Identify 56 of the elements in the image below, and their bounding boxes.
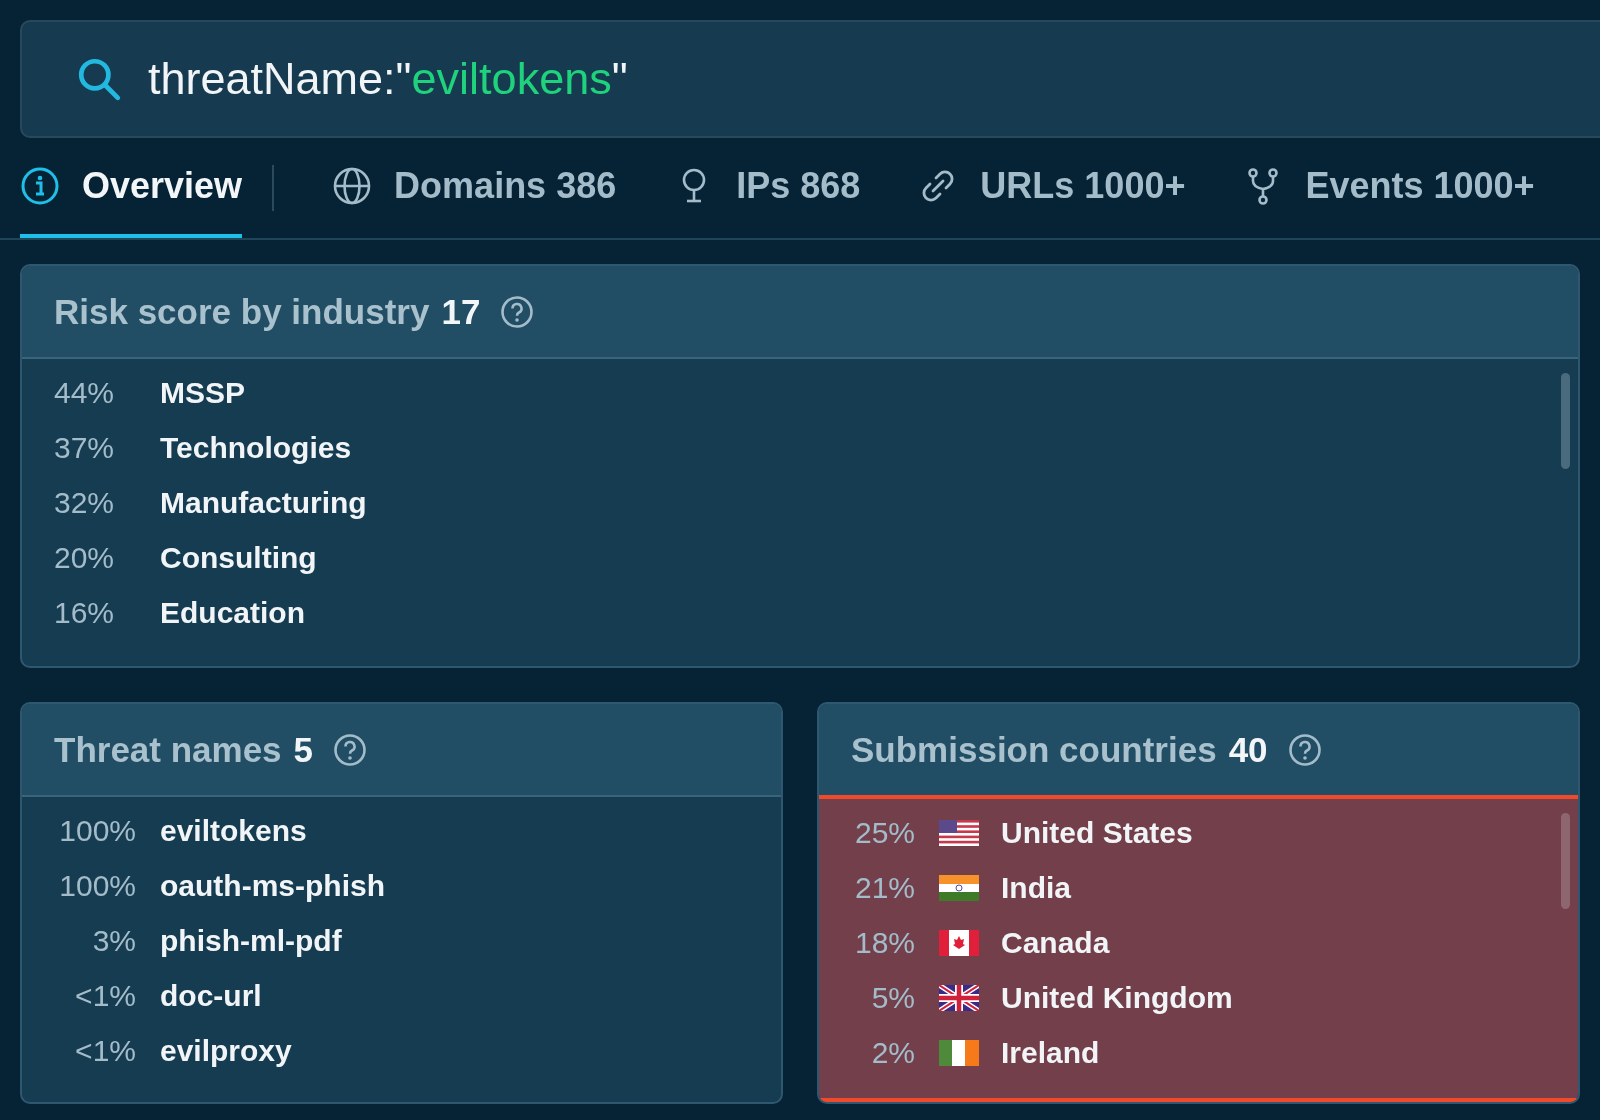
percent-value: 32% <box>53 485 116 520</box>
percent-value: 25% <box>853 815 915 850</box>
industry-name: MSSP <box>160 375 246 410</box>
country-name: Canada <box>1001 925 1110 960</box>
industry-name: Education <box>160 595 305 630</box>
tab[interactable]: IPs 868 <box>674 138 861 238</box>
percent-value: 37% <box>53 430 116 465</box>
scrollbar-thumb[interactable] <box>1561 813 1570 909</box>
panel-title: Threat names <box>54 729 282 770</box>
threat-name: evilproxy <box>160 1033 292 1068</box>
panel-count: 5 <box>293 729 314 770</box>
panel-count: 17 <box>441 291 481 332</box>
search-icon <box>76 56 122 102</box>
flag-icon <box>939 874 979 901</box>
scrollbar-thumb[interactable] <box>1561 373 1570 469</box>
flag-icon <box>939 984 979 1011</box>
tab[interactable]: Domains 386 <box>332 138 617 238</box>
country-name: United States <box>1001 815 1193 850</box>
panel-count: 40 <box>1228 729 1268 770</box>
search-field[interactable]: threatName:"eviltokens" <box>20 20 1600 138</box>
country-name: United Kingdom <box>1001 980 1233 1015</box>
flag-icon <box>939 819 979 846</box>
percent-value: 44% <box>53 375 116 410</box>
threat-name: eviltokens <box>160 813 307 848</box>
percent-value: 2% <box>870 1035 915 1070</box>
tab[interactable]: Overview <box>20 138 243 238</box>
help-icon[interactable] <box>500 294 535 329</box>
panel-title: Submission countries <box>851 729 1217 770</box>
threat-name: oauth-ms-phish <box>160 868 385 903</box>
country-name: India <box>1001 870 1071 905</box>
flag-icon <box>939 929 979 956</box>
industry-name: Consulting <box>160 540 317 575</box>
panel-title: Risk score by industry <box>54 291 430 332</box>
percent-value: 100% <box>58 813 136 848</box>
percent-value: 3% <box>91 923 136 958</box>
percent-value: 20% <box>53 540 116 575</box>
globe-icon <box>332 166 373 206</box>
percent-value: <1% <box>74 978 136 1013</box>
percent-value: <1% <box>74 1033 136 1068</box>
percent-value: 16% <box>53 595 116 630</box>
flag-icon <box>939 1039 979 1066</box>
help-icon[interactable] <box>1287 732 1322 767</box>
search-query: threatName:"eviltokens" <box>148 53 628 105</box>
threat-name: phish-ml-pdf <box>160 923 342 958</box>
industry-name: Technologies <box>160 430 352 465</box>
industry-name: Manufacturing <box>160 485 367 520</box>
tab[interactable]: URLs 1000+ <box>918 138 1186 238</box>
percent-value: 100% <box>58 868 136 903</box>
percent-value: 21% <box>853 870 915 905</box>
help-icon[interactable] <box>333 732 368 767</box>
percent-value: 18% <box>853 925 915 960</box>
info-icon <box>20 166 60 206</box>
percent-value: 5% <box>870 980 915 1015</box>
country-name: Ireland <box>1001 1035 1100 1070</box>
threat-name: doc-url <box>160 978 262 1013</box>
tab[interactable]: Events 1000+ <box>1243 138 1535 238</box>
